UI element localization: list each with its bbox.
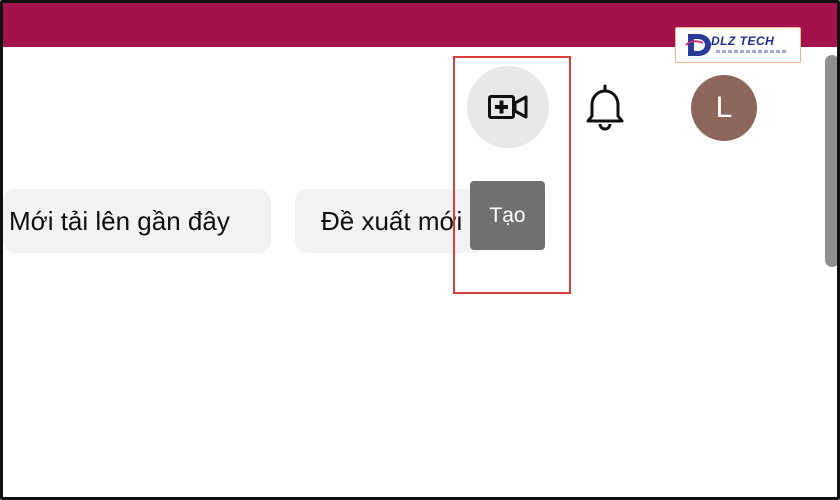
chip-label: Đề xuất mới [321, 205, 463, 236]
screenshot-frame: DLZ TECH L Mới tải lên gần đây Đề xuất m… [0, 0, 840, 500]
logo-tagline [716, 50, 786, 53]
create-button[interactable] [467, 66, 549, 148]
logo-mark-icon [685, 34, 711, 56]
video-plus-icon [488, 95, 528, 119]
avatar[interactable]: L [691, 75, 757, 141]
chip-label: Mới tải lên gần đây [9, 205, 230, 236]
create-tooltip: Tạo [470, 181, 545, 250]
brand-logo: DLZ TECH [675, 27, 801, 63]
chip-recently-uploaded[interactable]: Mới tải lên gần đây [3, 189, 271, 253]
bell-icon [586, 84, 624, 131]
scrollbar-thumb[interactable] [825, 55, 837, 267]
tooltip-text: Tạo [489, 203, 526, 227]
logo-text: DLZ TECH [711, 34, 775, 48]
chip-new-suggestions[interactable]: Đề xuất mới [295, 189, 485, 253]
avatar-initial: L [715, 91, 733, 124]
notifications-button[interactable] [585, 83, 625, 131]
